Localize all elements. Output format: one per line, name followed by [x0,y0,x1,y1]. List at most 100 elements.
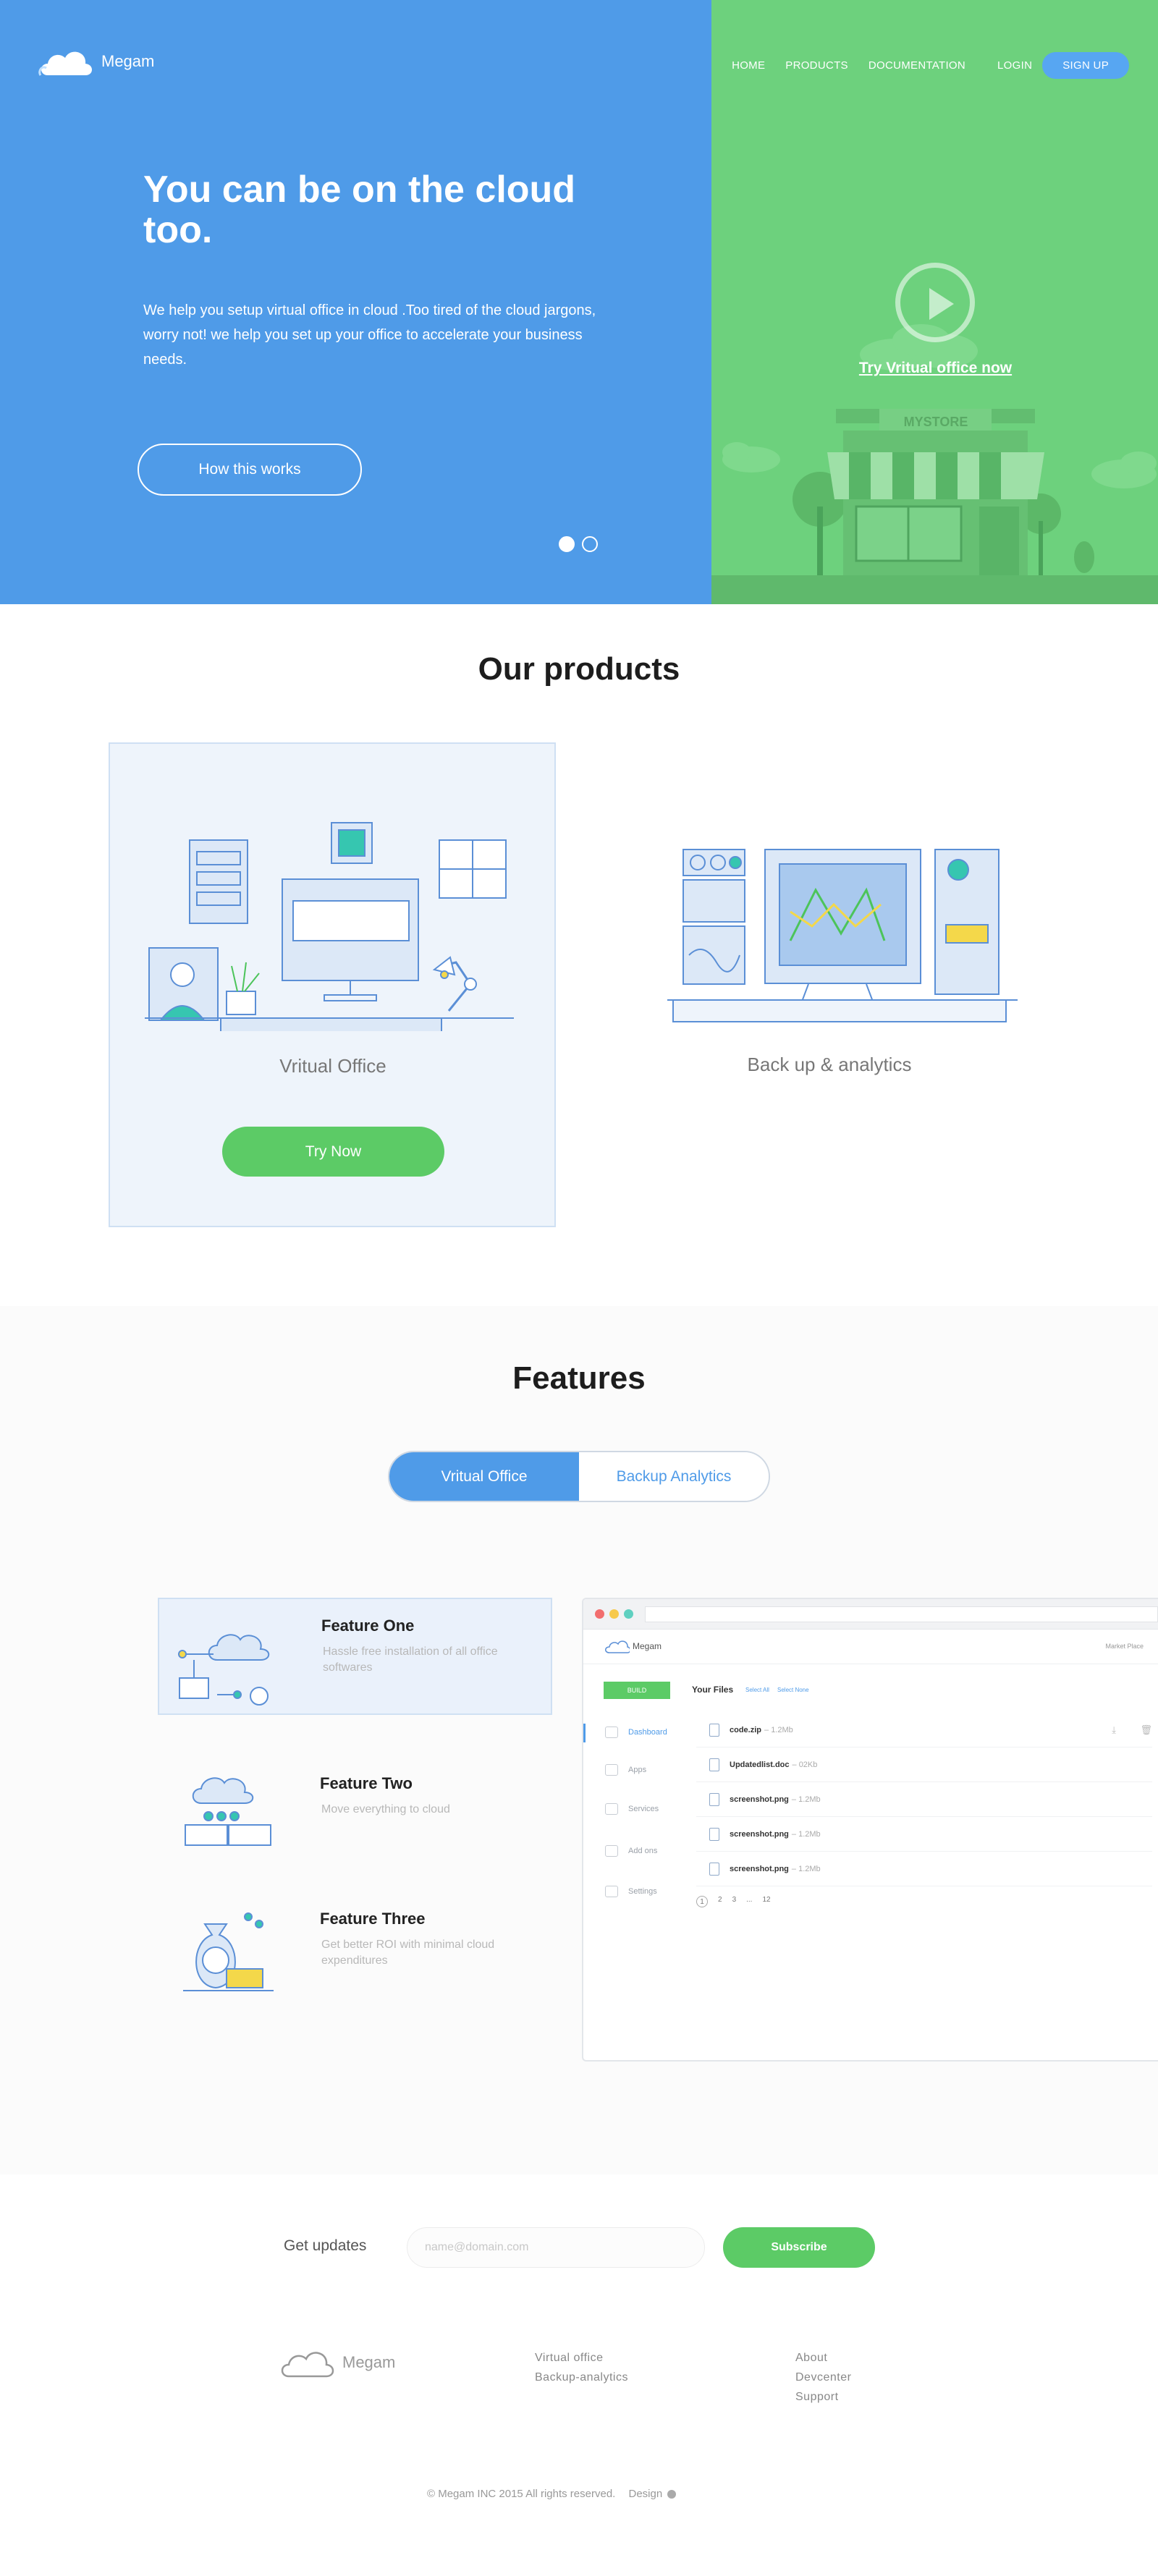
nav-documentation[interactable]: DOCUMENTATION [868,59,965,72]
money-bag-icon [183,1912,274,1991]
trash-icon[interactable]: 🗑 [1140,1724,1152,1736]
try-now-button[interactable]: Try Now [222,1127,444,1177]
files-title: Your Files [692,1685,734,1695]
sidebar-label: Apps [628,1766,647,1774]
file-icon [709,1723,719,1737]
app-preview-window: Megam Market Place BUILD Your Files Sele… [582,1598,1158,2062]
file-name: Updatedlist.doc [730,1760,790,1769]
store-sign: MYSTORE [904,415,968,429]
nav-login[interactable]: LOGIN [997,59,1032,72]
feature-two-item[interactable]: Feature Two Move everything to cloud [158,1757,552,1874]
addons-icon [605,1845,618,1857]
file-icon [709,1827,719,1841]
feature-one-title: Feature One [321,1617,415,1635]
email-input[interactable]: name@domain.com [407,2227,705,2268]
pagination: 1 2 3 ... 12 [696,1896,771,1907]
build-button[interactable]: BUILD [604,1682,670,1699]
sidebar-label: Dashboard [628,1728,667,1737]
tab-virtual-office[interactable]: Vritual Office [389,1452,579,1501]
brand-logo[interactable]: Megam [38,45,154,78]
feature-three-title: Feature Three [320,1910,426,1928]
services-icon [605,1803,618,1815]
footer-company-links: About Devcenter Support [795,2348,851,2407]
page-link[interactable]: 3 [732,1896,737,1907]
play-video-button[interactable] [895,263,975,342]
market-place-link[interactable]: Market Place [1105,1643,1144,1650]
file-icon [709,1758,719,1771]
copyright-text: © Megam INC 2015 All rights reserved. [427,2488,616,2500]
select-all-link[interactable]: Select All [745,1687,769,1693]
try-virtual-office-link[interactable]: Try Vritual office now [832,360,1039,377]
file-row[interactable]: Updatedlist.doc – 02Kb [696,1747,1152,1782]
file-row[interactable]: screenshot.png – 1.2Mb [696,1782,1152,1817]
cloud-network-icon [178,1634,270,1706]
file-icon [709,1862,719,1876]
sidebar-item-services[interactable]: Services [605,1803,659,1815]
maximize-dot-icon [624,1609,633,1619]
feature-one-item[interactable]: Feature One Hassle free installation of … [158,1598,552,1715]
hero-description: We help you setup virtual office in clou… [143,302,596,368]
address-bar[interactable] [645,1606,1158,1622]
products-title: Our products [478,651,680,687]
active-indicator [583,1724,586,1742]
app-brand: Megam [633,1641,662,1651]
footer-link-virtual-office[interactable]: Virtual office [535,2348,628,2368]
file-size: – 02Kb [792,1760,818,1769]
sidebar-label: Add ons [628,1847,658,1855]
file-name: code.zip [730,1725,762,1734]
file-row[interactable]: code.zip – 1.2Mb ⤓ 🗑 [696,1713,1152,1747]
slide-dot-1[interactable] [559,536,575,552]
page-link[interactable]: 12 [762,1896,770,1907]
feature-one-desc: Hassle free installation of all office s… [323,1645,498,1674]
footer-link-backup-analytics[interactable]: Backup-analytics [535,2368,628,2387]
design-credit[interactable]: Design [629,2488,663,2500]
signup-button[interactable]: SIGN UP [1042,52,1129,79]
footer-link-about[interactable]: About [795,2348,851,2368]
virtual-office-illustration [145,822,514,1031]
how-this-works-button[interactable]: How this works [138,444,362,496]
file-size: – 1.2Mb [764,1725,793,1734]
sidebar-item-dashboard[interactable]: Dashboard [605,1726,667,1738]
select-none-link[interactable]: Select None [777,1687,809,1693]
play-icon [929,288,954,320]
settings-icon [605,1886,618,1897]
copyright: © Megam INC 2015 All rights reserved. De… [427,2488,677,2500]
product-name-virtual-office: Vritual Office [279,1055,386,1077]
file-name: screenshot.png [730,1795,789,1804]
feature-three-item[interactable]: Feature Three Get better ROI with minima… [158,1892,552,2009]
page-ellipsis: ... [746,1896,753,1904]
nav-home[interactable]: HOME [732,59,765,72]
sidebar-item-settings[interactable]: Settings [605,1886,657,1897]
footer-link-support[interactable]: Support [795,2387,851,2407]
sidebar-item-apps[interactable]: Apps [605,1764,646,1776]
top-navigation: HOME PRODUCTS DOCUMENTATION LOGIN SIGN U… [711,52,1129,79]
page-link[interactable]: 1 [696,1896,708,1907]
slide-dot-2[interactable] [582,536,598,552]
hero-section: MYSTORE Megam HOME PRODUCTS DOCUMENTATIO… [0,0,1158,604]
apps-icon [605,1764,618,1776]
features-tab-toggle: Vritual Office Backup Analytics [388,1451,770,1502]
footer-brand: Megam [342,2353,396,2371]
server-cloud-icon [185,1777,271,1846]
page-link[interactable]: 2 [718,1896,722,1907]
tab-backup-analytics[interactable]: Backup Analytics [579,1452,769,1501]
dashboard-icon [605,1726,618,1738]
file-name: screenshot.png [730,1829,789,1839]
feature-two-title: Feature Two [320,1774,413,1792]
file-row[interactable]: screenshot.png – 1.2Mb [696,1852,1152,1886]
cloud-logo-icon [38,51,92,76]
feature-three-desc: Get better ROI with minimal cloud expend… [321,1939,495,1967]
footer-logo[interactable]: Megam [279,2346,395,2379]
nav-products[interactable]: PRODUCTS [785,59,848,72]
file-row[interactable]: screenshot.png – 1.2Mb [696,1817,1152,1852]
feature-two-desc: Move everything to cloud [321,1803,450,1816]
download-icon[interactable]: ⤓ [1112,1724,1116,1736]
file-icon [709,1792,719,1806]
backup-analytics-illustration [667,849,1018,1022]
footer-products-links: Virtual office Backup-analytics [535,2348,628,2387]
close-dot-icon [595,1609,604,1619]
subscribe-button[interactable]: Subscribe [723,2227,875,2268]
sidebar-item-addons[interactable]: Add ons [605,1845,657,1857]
cloud-logo-icon [605,1640,630,1653]
footer-link-devcenter[interactable]: Devcenter [795,2368,851,2387]
